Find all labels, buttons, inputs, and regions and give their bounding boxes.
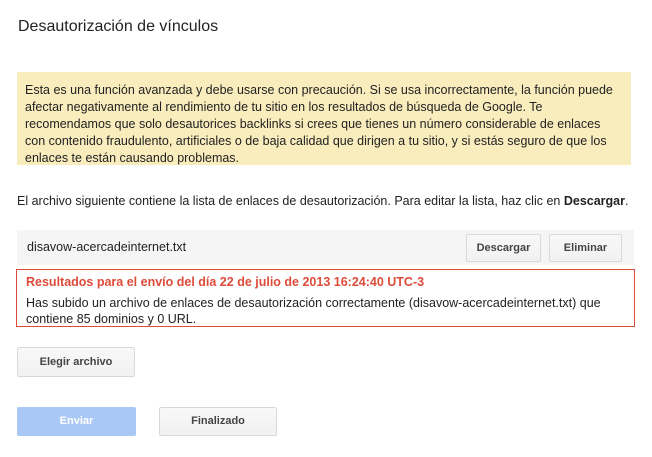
file-name: disavow-acercadeinternet.txt <box>27 240 187 254</box>
description-suffix: . <box>625 194 629 208</box>
result-heading: Resultados para el envío del día 22 de j… <box>26 275 425 289</box>
warning-notice: Esta es una función avanzada y debe usar… <box>17 72 631 165</box>
result-message-box: Resultados para el envío del día 22 de j… <box>16 269 635 327</box>
page-title: Desautorización de vínculos <box>18 18 219 35</box>
delete-button[interactable]: Eliminar <box>549 234 622 262</box>
warning-text: Esta es una función avanzada y debe usar… <box>25 83 613 165</box>
result-message: Has subido un archivo de enlaces de desa… <box>26 296 601 326</box>
download-button[interactable]: Descargar <box>466 234 541 262</box>
choose-file-button[interactable]: Elegir archivo <box>17 347 135 377</box>
description-text: El archivo siguiente contiene la lista d… <box>17 194 564 208</box>
file-row: disavow-acercadeinternet.txt Descargar E… <box>17 230 634 265</box>
send-button[interactable]: Enviar <box>17 407 136 436</box>
file-description: El archivo siguiente contiene la lista d… <box>17 193 637 210</box>
done-button[interactable]: Finalizado <box>159 407 277 436</box>
description-download-emphasis: Descargar <box>563 194 625 208</box>
